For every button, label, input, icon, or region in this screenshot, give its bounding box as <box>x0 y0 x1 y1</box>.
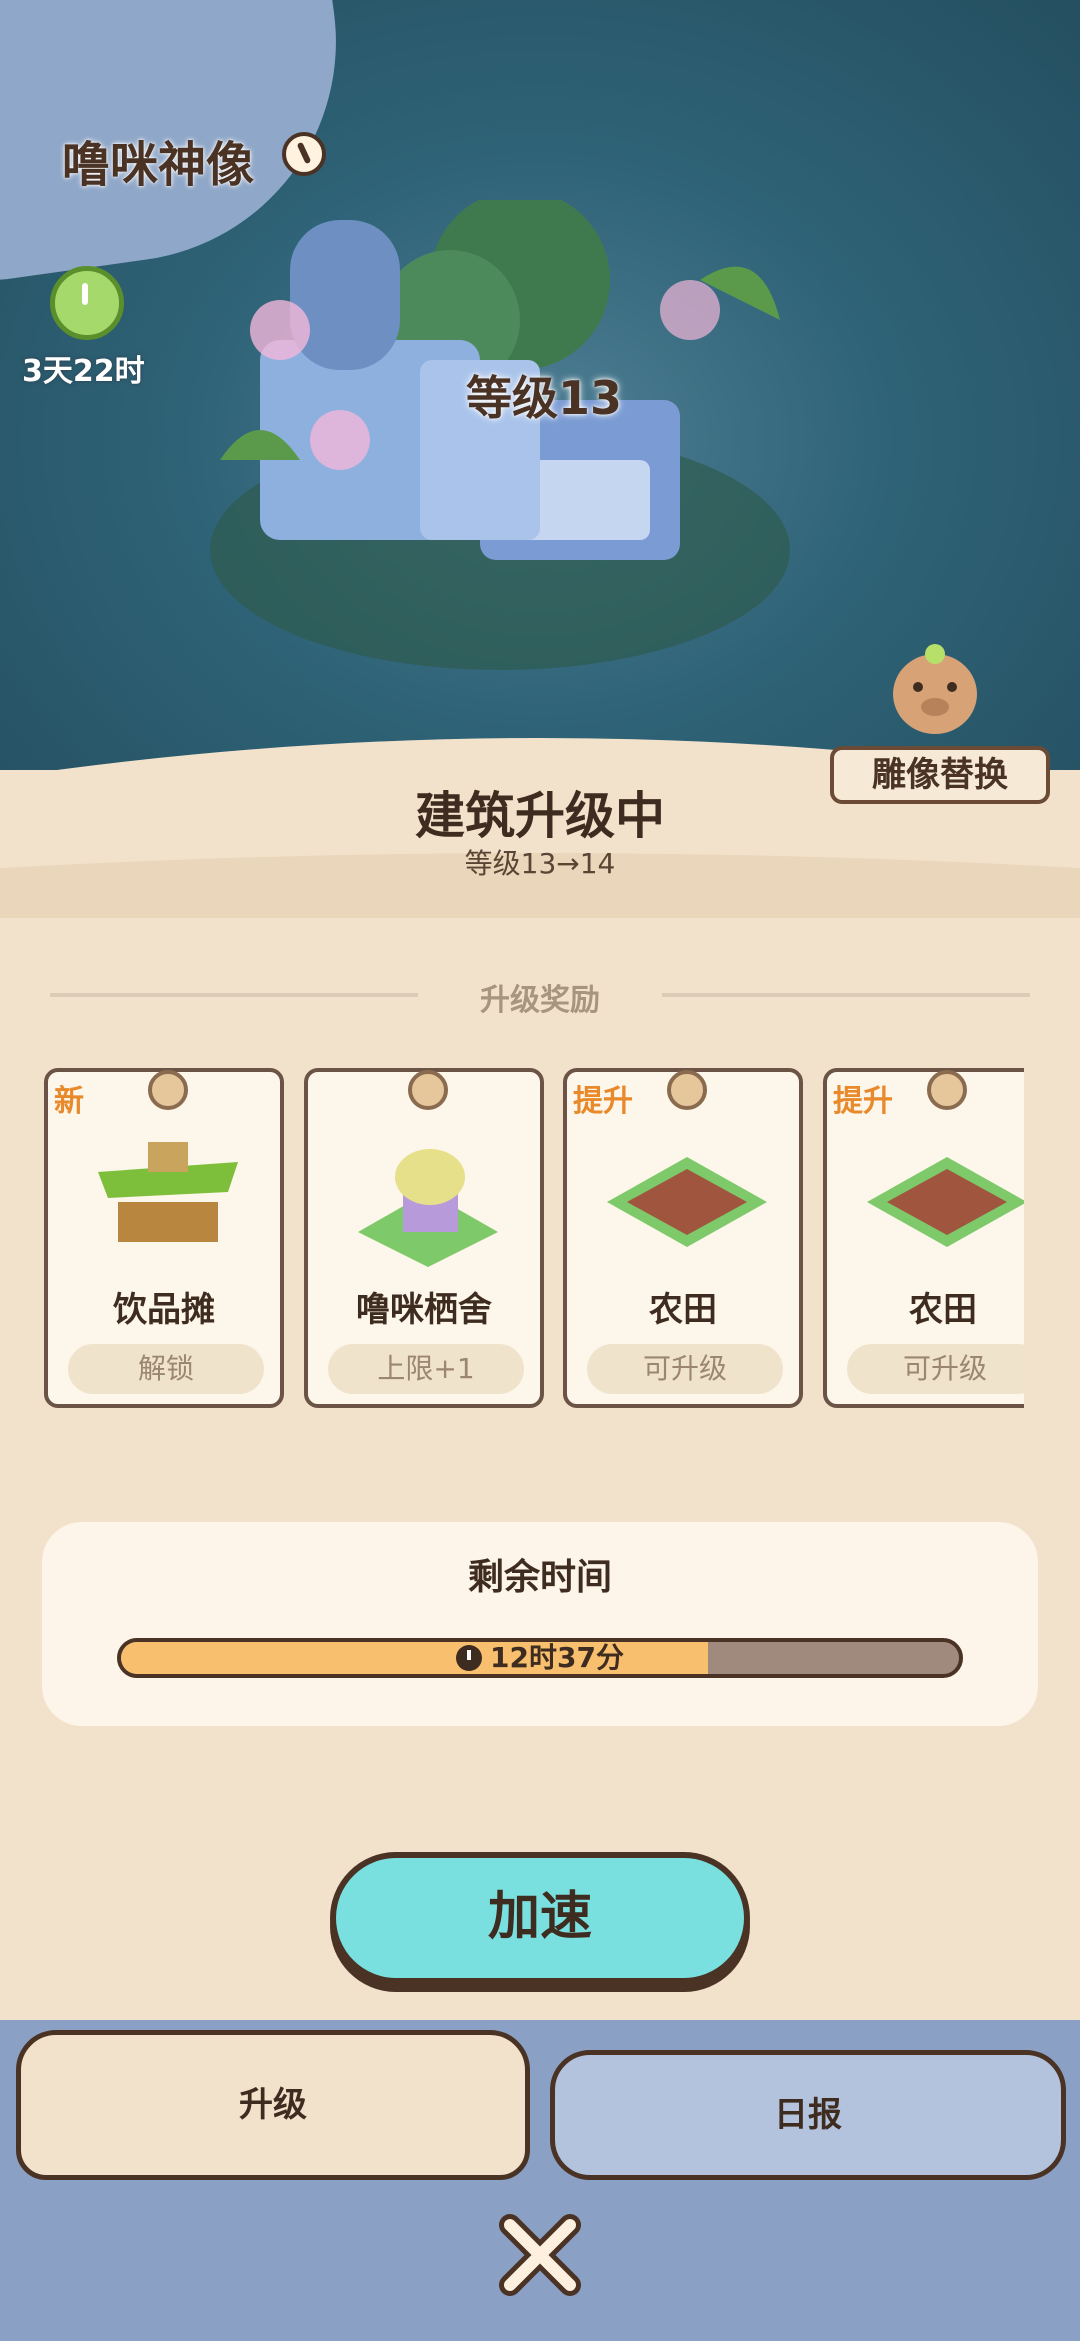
temple-artwork <box>210 200 790 670</box>
reward-tag: 提升 <box>833 1084 893 1119</box>
reward-name: 饮品摊 <box>113 1290 215 1330</box>
reward-tag: 新 <box>54 1084 84 1119</box>
tab-report[interactable]: 日报 <box>550 2050 1066 2180</box>
pin-icon <box>927 1070 967 1110</box>
reward-card[interactable]: 提升 农田 可升级 <box>823 1068 1024 1408</box>
reward-action[interactable]: 解锁 <box>68 1344 264 1394</box>
reward-action[interactable]: 上限+1 <box>328 1344 524 1394</box>
pin-icon <box>408 1070 448 1110</box>
lumi-house-icon <box>358 1149 498 1267</box>
progress-bar: 12时37分 <box>117 1638 963 1678</box>
reward-title: 升级奖励 <box>418 975 662 1019</box>
reward-card[interactable]: 新 饮品摊 解锁 <box>44 1068 284 1408</box>
stopwatch-icon[interactable] <box>50 266 124 340</box>
reward-card[interactable]: 提升 农田 可升级 <box>563 1068 803 1408</box>
remaining-time: 12时37分 <box>490 1641 624 1674</box>
level-change: 等级13→14 <box>464 847 616 880</box>
building-title: 噜咪神像 <box>62 137 255 193</box>
remaining-time-box: 剩余时间 12时37分 <box>42 1522 1038 1726</box>
speedup-button[interactable]: 加速 <box>330 1852 750 1984</box>
reward-name: 噜咪栖舍 <box>356 1290 492 1330</box>
timer-text: 3天22时 <box>22 354 145 389</box>
progress-text: 12时37分 <box>121 1642 959 1674</box>
reward-name: 农田 <box>909 1290 977 1330</box>
farmland-icon <box>867 1157 1024 1247</box>
upgrading-title: 建筑升级中 <box>415 787 665 845</box>
reward-tag: 提升 <box>573 1084 633 1119</box>
clock-icon <box>456 1645 483 1671</box>
pin-icon <box>148 1070 188 1110</box>
farmland-icon <box>607 1157 767 1247</box>
building-level: 等级13 <box>466 371 623 425</box>
close-icon[interactable] <box>495 2210 585 2300</box>
tab-upgrade[interactable]: 升级 <box>16 2030 530 2180</box>
reward-list[interactable]: 新 饮品摊 解锁 噜咪栖舍 上限+1 提升 农田 可升级 提升 农田 可升级 <box>44 1066 1024 1411</box>
info-icon[interactable] <box>282 132 326 176</box>
reward-action[interactable]: 可升级 <box>587 1344 783 1394</box>
building-scene: 噜咪神像 3天22时 等级13 <box>0 0 1080 800</box>
pin-icon <box>667 1070 707 1110</box>
reward-action[interactable]: 可升级 <box>847 1344 1024 1394</box>
remaining-time-label: 剩余时间 <box>467 1557 612 1598</box>
drink-stall-icon <box>98 1142 238 1242</box>
reward-card[interactable]: 噜咪栖舍 上限+1 <box>304 1068 544 1408</box>
reward-name: 农田 <box>649 1290 717 1330</box>
